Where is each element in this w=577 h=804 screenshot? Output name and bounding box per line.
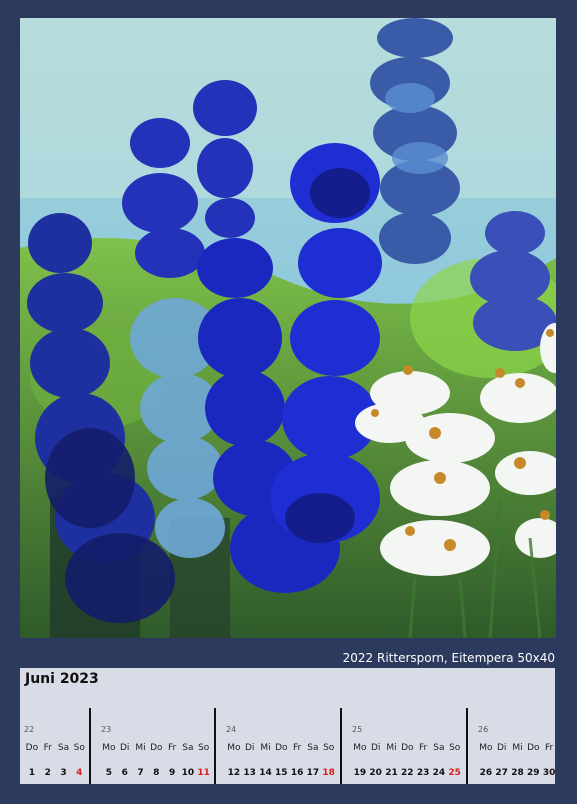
weekday-label: Fr [292,743,302,753]
date-cell: 5 [105,768,113,778]
weekday-label: Mo [102,743,116,753]
week-divider [89,708,91,784]
weekday-label: So [198,743,210,753]
date-cell: 24 [432,768,446,778]
weekday-label: Di [496,743,507,753]
week-block-26: 26 Mo Di Mi Do Fr 26 27 28 29 30 [478,708,577,784]
weekday-label: So [449,743,461,753]
weekday-label: Mi [260,743,271,753]
painting-image [20,18,556,638]
weekday-label: Do [401,743,414,753]
weekday-row: Mo Di Mi Do Fr Sa So [226,743,337,753]
week-divider [214,708,216,784]
weekday-label: Di [244,743,255,753]
weekday-label: Do [527,743,540,753]
week-divider [340,708,342,784]
date-cell: 29 [527,768,540,778]
date-cell: 26 [479,768,493,778]
weekday-label: Mi [386,743,397,753]
date-cell: 14 [259,768,272,778]
date-row: 26 27 28 29 30 [478,768,557,778]
date-cell-sunday: 11 [197,768,210,778]
weekday-label: Mo [353,743,367,753]
date-cell: 2 [44,768,51,778]
date-cell: 12 [227,768,241,778]
weekday-row: Mo Di Mi Do Fr Sa So [352,743,463,753]
date-cell-sunday: 4 [76,768,83,778]
date-cell: 22 [401,768,414,778]
week-block-24: 24 Mo Di Mi Do Fr Sa So 12 13 14 15 16 17 18 [226,708,337,784]
weekday-label: Sa [57,743,70,753]
week-number: 25 [352,725,363,734]
date-cell: 13 [243,768,256,778]
week-number: 23 [101,725,112,734]
weekday-label: Di [119,743,130,753]
weekday-label: Di [370,743,381,753]
date-cell: 30 [542,768,556,778]
weekday-label: Mo [479,743,493,753]
date-cell: 21 [385,768,398,778]
date-row: 12 13 14 15 16 17 18 [226,768,337,778]
date-cell: 6 [121,768,128,778]
weekday-label: So [73,743,85,753]
date-row: 1234 [24,768,87,778]
weekday-label: Do [150,743,163,753]
weekday-label: Do [275,743,288,753]
weekday-row: Mo Di Mi Do Fr [478,743,557,753]
artwork-caption: 2022 Rittersporn, Eitempera 50x40 [342,651,555,665]
date-cell: 19 [353,768,367,778]
calendar-panel: Juni 2023 22 Do Fr Sa So 1 2 3 4 23 Mo Di Mi Do Fr Sa So… [20,668,555,784]
date-cell: 3 [60,768,67,778]
date-cell: 16 [290,768,304,778]
week-number: 24 [226,725,237,734]
artwork-painting [20,18,556,638]
weekday-label: Mo [227,743,241,753]
date-cell: 9 [168,768,176,778]
week-number: 26 [478,725,489,734]
weekday-label: Mi [512,743,523,753]
weekday-label: Fr [43,743,52,753]
weekday-label: Mi [135,743,146,753]
date-cell: 1 [28,768,36,778]
date-cell: 20 [369,768,382,778]
date-cell-sunday: 25 [448,768,461,778]
date-cell: 23 [416,768,430,778]
weekday-label: Fr [544,743,554,753]
date-cell: 7 [137,768,144,778]
week-number: 22 [24,725,35,734]
weekday-label: Do [25,743,39,753]
month-title: Juni 2023 [25,671,99,687]
weekday-label: Fr [418,743,428,753]
weekday-row: Do Fr Sa So [24,743,87,753]
date-cell: 10 [181,768,195,778]
date-cell: 15 [275,768,288,778]
date-row: 5 6 7 8 9 10 11 [101,768,212,778]
weekday-label: Sa [182,743,194,753]
weekday-label: Sa [307,743,319,753]
weekday-label: Fr [167,743,177,753]
date-cell: 27 [495,768,508,778]
date-cell: 28 [511,768,524,778]
date-cell-sunday: 18 [322,768,335,778]
weekday-row: Mo Di Mi Do Fr Sa So [101,743,212,753]
week-divider [466,708,468,784]
date-cell: 17 [306,768,320,778]
week-block-25: 25 Mo Di Mi Do Fr Sa So 19 20 21 22 23 24 25 [352,708,463,784]
date-cell: 8 [153,768,160,778]
weekday-label: Sa [433,743,445,753]
week-block-23: 23 Mo Di Mi Do Fr Sa So 5 6 7 8 9 10 11 [101,708,212,784]
date-row: 19 20 21 22 23 24 25 [352,768,463,778]
weekday-label: So [323,743,335,753]
